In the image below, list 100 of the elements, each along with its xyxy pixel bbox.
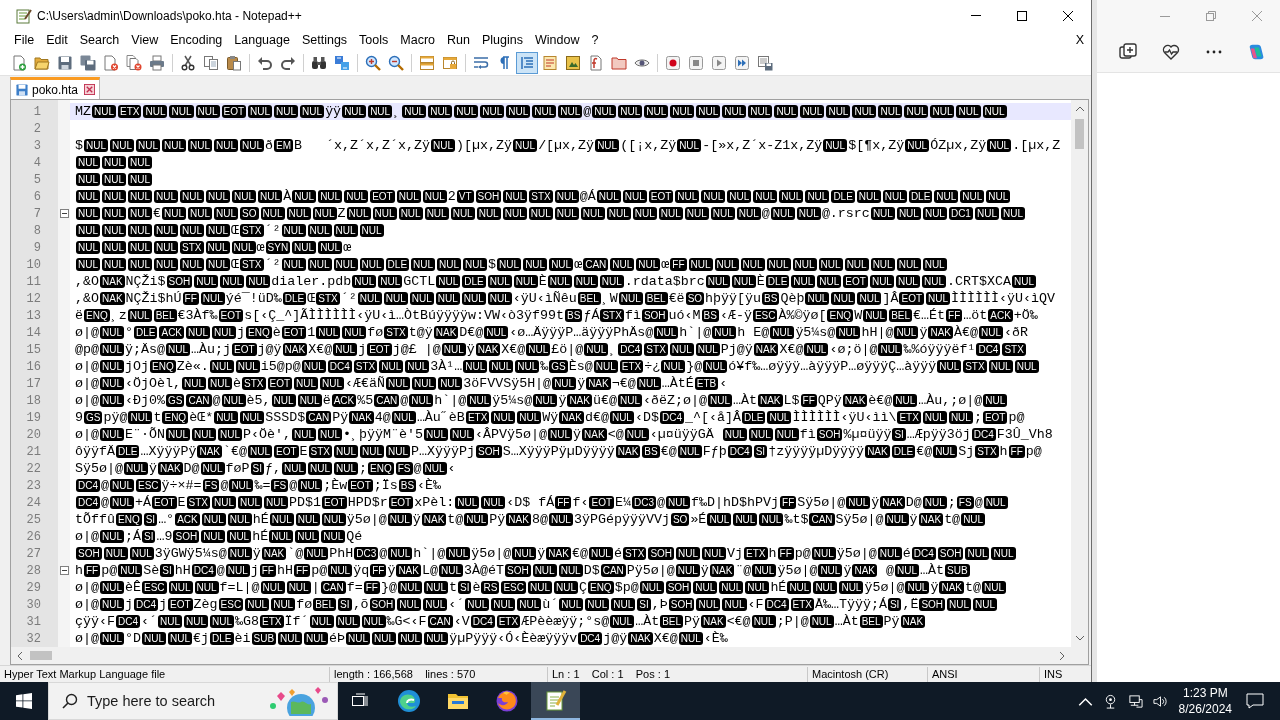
scroll-left-icon[interactable]	[17, 651, 22, 660]
code-text: j	[237, 324, 246, 342]
control-character: NUL	[246, 275, 271, 289]
taskbar-app[interactable]	[531, 682, 580, 720]
control-character: NUL	[455, 496, 480, 510]
clock-date[interactable]: 8/26/2024	[1178, 701, 1232, 717]
scroll-down-icon[interactable]	[1075, 636, 1084, 642]
heart-pulse-icon[interactable]	[1162, 43, 1180, 61]
fold-toggle-icon[interactable]	[59, 566, 69, 576]
code-text: ;	[947, 494, 956, 512]
control-character: NUL	[491, 411, 516, 425]
control-character: NUL	[863, 309, 888, 323]
stop-icon[interactable]	[688, 54, 704, 71]
document-tab[interactable]: poko.hta	[10, 77, 101, 100]
close-file-icon[interactable]	[103, 54, 119, 71]
folder-icon[interactable]	[611, 54, 627, 71]
code-text: …Àt	[834, 613, 859, 631]
new-file-icon[interactable]	[11, 54, 27, 71]
control-character: NUL	[405, 360, 430, 374]
menu-item[interactable]: ?	[585, 32, 605, 49]
control-character: NUL	[870, 258, 895, 272]
scrollbar-thumb[interactable]	[1075, 119, 1084, 150]
menu-item[interactable]: Settings	[295, 32, 354, 49]
control-character: EOT	[843, 275, 868, 289]
code-text: t@	[447, 511, 464, 529]
save-icon[interactable]	[57, 54, 73, 71]
binoculars-icon[interactable]	[311, 54, 327, 71]
control-character: NUL	[857, 292, 882, 306]
speaker-icon[interactable]	[1152, 693, 1168, 709]
swirl-logo-icon[interactable]	[1248, 43, 1266, 61]
menu-item[interactable]: Plugins	[475, 32, 529, 49]
control-character: SOH	[504, 564, 531, 578]
clipboard-icon[interactable]	[226, 54, 242, 71]
menu-item[interactable]: Macro	[394, 32, 442, 49]
line-number: 31	[25, 614, 42, 629]
find-replace-icon[interactable]	[334, 54, 350, 71]
code-text: ÿ	[387, 562, 396, 580]
control-character: NUL	[736, 207, 761, 221]
save-all-icon[interactable]	[80, 54, 96, 71]
notification-icon[interactable]	[1246, 693, 1264, 709]
control-character: NUL	[281, 224, 306, 238]
close-document-button[interactable]: X	[1072, 32, 1087, 49]
control-character: EOT	[221, 105, 247, 119]
scroll-up-icon[interactable]	[1075, 106, 1084, 112]
vertical-scrollbar[interactable]	[1071, 100, 1088, 648]
code-text: ÿ	[537, 545, 546, 563]
clock-time[interactable]: 1:23 PM	[1182, 685, 1228, 701]
close-icon[interactable]	[84, 84, 96, 96]
code-text: ÿ5ø|@	[471, 545, 512, 563]
indent-guide-icon[interactable]	[517, 52, 537, 73]
menu-item[interactable]: Edit	[40, 32, 74, 49]
control-character: NUL	[295, 513, 320, 527]
tab-collection-icon[interactable]	[1119, 43, 1137, 61]
code-text: €@	[571, 545, 588, 563]
control-character: NUL	[813, 581, 838, 595]
control-character: NUL	[295, 530, 320, 544]
fold-toggle-icon[interactable]	[59, 209, 69, 219]
code-text: €ë	[668, 290, 685, 308]
menu-item[interactable]: Language	[228, 32, 296, 49]
menu-item[interactable]: File	[8, 32, 41, 49]
menu-item[interactable]: Tools	[353, 32, 395, 49]
fast-forward-icon[interactable]	[734, 54, 750, 71]
document-icon[interactable]	[542, 54, 558, 71]
close-all-icon[interactable]	[126, 54, 142, 71]
control-character: NUL	[321, 513, 346, 527]
code-text: W	[854, 307, 863, 325]
stacked-windows-icon[interactable]	[419, 54, 435, 71]
redo-icon[interactable]	[280, 54, 296, 71]
search-field[interactable]: Type here to search	[87, 693, 247, 709]
save-macro-icon[interactable]	[757, 54, 773, 71]
record-icon[interactable]	[665, 54, 681, 71]
control-character: NUL	[675, 190, 700, 204]
scissors-icon[interactable]	[180, 54, 196, 71]
control-character: NUL	[154, 190, 179, 204]
control-character: NUL	[751, 615, 776, 629]
menu-item[interactable]: Encoding	[164, 32, 229, 49]
copy-icon[interactable]	[203, 54, 219, 71]
network-icon[interactable]	[1127, 693, 1143, 709]
menu-item[interactable]: View	[125, 32, 165, 49]
fox-globe-icon	[494, 689, 519, 713]
open-folder-icon[interactable]	[34, 54, 50, 71]
control-character: NUL	[271, 394, 296, 408]
scrollbar-thumb[interactable]	[30, 651, 52, 661]
zoom-out-icon[interactable]	[388, 54, 404, 71]
menu-item[interactable]: Run	[441, 32, 476, 49]
control-character: DC4	[618, 343, 643, 357]
code-text: PD$1	[289, 494, 322, 512]
word-wrap-icon[interactable]	[473, 54, 489, 71]
menu-item[interactable]: Window	[528, 32, 586, 49]
task-view-icon[interactable]	[352, 693, 370, 709]
code-text: Œ	[231, 256, 240, 274]
play-icon[interactable]	[711, 54, 727, 71]
function-list-icon[interactable]	[588, 54, 604, 71]
control-character: NUL	[624, 428, 649, 442]
zoom-in-icon[interactable]	[365, 54, 381, 71]
printer-icon[interactable]	[149, 54, 165, 71]
menu-item[interactable]: Search	[73, 32, 126, 49]
scroll-right-icon[interactable]	[1060, 651, 1065, 660]
document-map-icon[interactable]	[565, 54, 581, 71]
window-lock-icon[interactable]	[442, 54, 458, 71]
